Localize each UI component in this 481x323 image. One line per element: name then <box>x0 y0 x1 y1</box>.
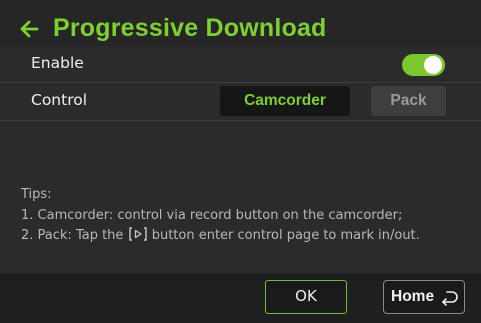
tips-text: Tips: 1. Camcorder: control via record b… <box>21 185 420 247</box>
toggle-knob <box>424 56 442 74</box>
return-arrow-icon <box>442 291 458 306</box>
ok-button[interactable]: OK <box>265 280 347 314</box>
tip-line-2-start: 2. Pack: Tap the <box>21 228 124 243</box>
tip-line-2-end: button enter control page to mark in/out… <box>151 228 420 243</box>
back-arrow-icon[interactable] <box>15 16 43 44</box>
play-button-icon <box>128 227 147 241</box>
page-title: Progressive Download <box>53 14 327 42</box>
control-label: Control <box>31 91 88 109</box>
header-bar: Progressive Download <box>0 0 481 46</box>
tips-heading: Tips: <box>21 187 52 202</box>
tip-line-1: 1. Camcorder: control via record button … <box>21 207 403 223</box>
home-button[interactable]: Home <box>383 280 465 314</box>
camcorder-option-button[interactable]: Camcorder <box>220 86 350 116</box>
row-divider <box>0 120 481 121</box>
pack-option-button[interactable]: Pack <box>371 86 446 116</box>
tip-line-2: 2. Pack: Tap the button enter control pa… <box>21 226 420 247</box>
home-label: Home <box>391 288 435 305</box>
enable-toggle[interactable] <box>402 54 445 76</box>
enable-label: Enable <box>31 54 84 72</box>
